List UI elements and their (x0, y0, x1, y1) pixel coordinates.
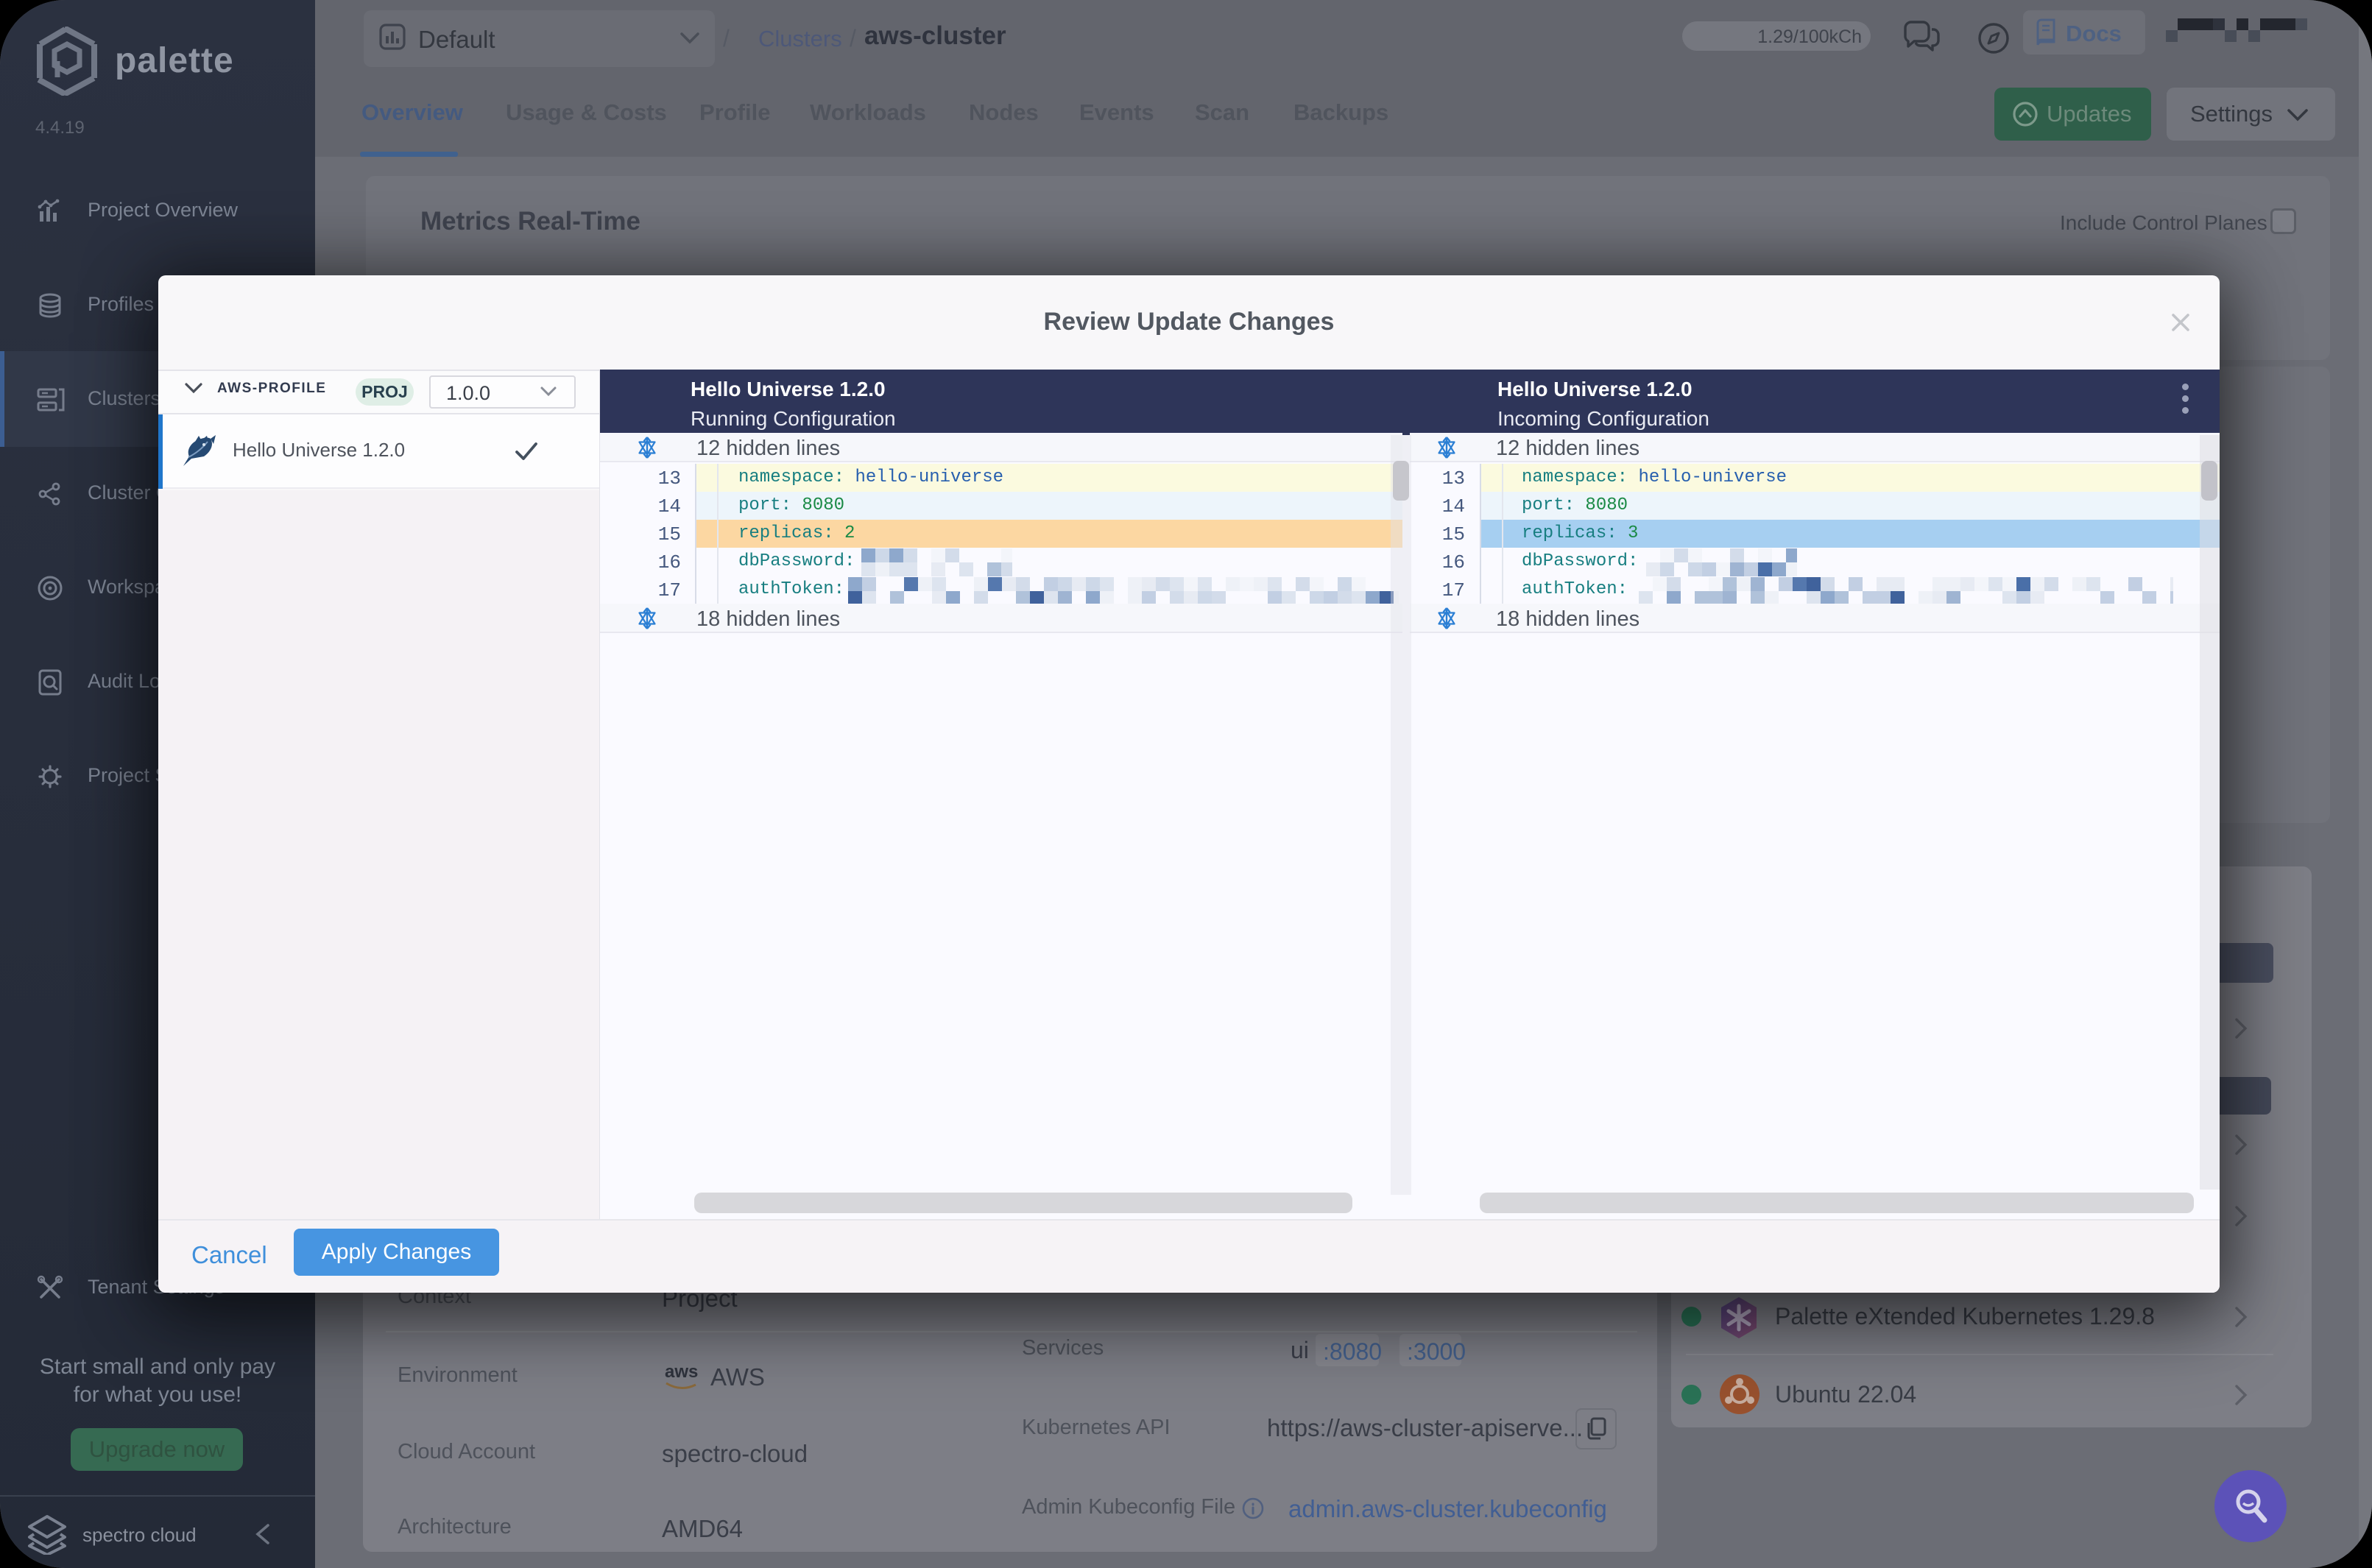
svg-text:aws: aws (665, 1362, 698, 1382)
